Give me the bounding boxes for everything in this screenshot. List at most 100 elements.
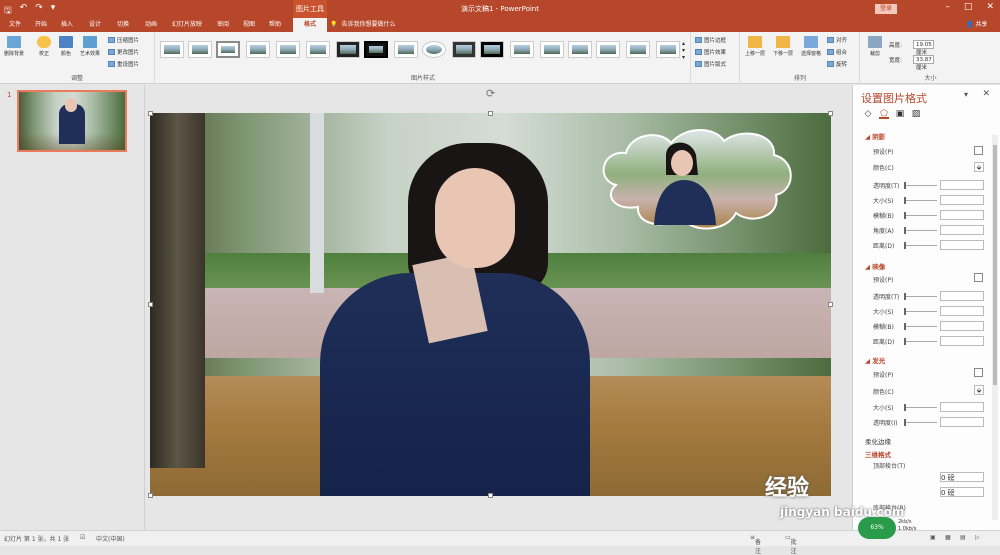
reflection-blur-slider[interactable] [904, 323, 937, 330]
soft-edges-section[interactable]: 柔化边缘 [865, 436, 891, 446]
maximize-icon[interactable]: □ [964, 2, 973, 12]
shadow-angle-input[interactable] [940, 225, 984, 235]
tab-animations[interactable]: 动画 [140, 18, 162, 32]
login-button[interactable]: 登录 [875, 4, 897, 14]
reflection-size-slider[interactable] [904, 308, 937, 315]
share-button[interactable]: 👤 共享 [966, 18, 987, 32]
style-thumb[interactable] [276, 41, 300, 58]
pane-scroll-thumb[interactable] [993, 145, 997, 385]
glow-preset-button[interactable] [974, 368, 983, 377]
color-button[interactable]: 颜色 [54, 36, 78, 57]
3d-format-section[interactable]: 三维格式 [865, 449, 891, 459]
tab-format[interactable]: 格式 [293, 18, 327, 32]
notes-button[interactable]: ≡ 备注 [750, 534, 761, 555]
reflection-distance-slider[interactable] [904, 338, 937, 345]
style-thumb[interactable] [568, 41, 592, 58]
remove-background-button[interactable]: 删除背景 [2, 36, 26, 57]
bevel-value-1[interactable]: 0 磅 [940, 472, 984, 482]
language[interactable]: 中文(中国) [96, 534, 125, 543]
pane-close-icon[interactable]: ✕ [982, 89, 990, 99]
picture-border-button[interactable]: 图片边框 [695, 36, 726, 44]
picture-layout-button[interactable]: 图片版式 [695, 60, 726, 68]
cloud-shaped-picture[interactable] [596, 125, 796, 233]
effects-pentagon-icon[interactable]: ⬠ [879, 109, 889, 119]
reflection-distance-input[interactable] [940, 336, 984, 346]
tab-help[interactable]: 帮助 [264, 18, 286, 32]
reflection-preset-button[interactable] [974, 273, 983, 282]
style-thumb[interactable] [306, 41, 330, 58]
picture-effects-button[interactable]: 图片效果 [695, 48, 726, 56]
width-input[interactable]: 33.87 厘米 [913, 55, 934, 71]
shadow-transparency-input[interactable] [940, 180, 984, 190]
pane-options-icon[interactable]: ▾ [964, 90, 968, 99]
slide-thumbnail[interactable] [17, 90, 127, 152]
glow-size-slider[interactable] [904, 404, 937, 411]
reset-picture-button[interactable]: 重设图片 [108, 60, 139, 68]
group-button[interactable]: 组合 [827, 48, 847, 56]
size-properties-icon[interactable]: ▣ [895, 109, 905, 119]
shadow-angle-slider[interactable] [904, 227, 937, 234]
crop-button[interactable]: 裁剪 [863, 36, 887, 57]
shadow-transparency-slider[interactable] [904, 182, 937, 189]
style-thumb[interactable] [394, 41, 418, 58]
shadow-color-button[interactable]: ⬙ [974, 162, 984, 172]
glow-size-input[interactable] [940, 402, 984, 412]
style-thumb[interactable] [246, 41, 270, 58]
reflection-size-input[interactable] [940, 306, 984, 316]
resize-handle[interactable] [148, 111, 153, 116]
style-thumb[interactable] [216, 41, 240, 58]
view-reading-icon[interactable]: ▤ [960, 534, 966, 541]
style-thumb[interactable] [540, 41, 564, 58]
compress-pictures-button[interactable]: 压缩图片 [108, 36, 139, 44]
glow-color-button[interactable]: ⬙ [974, 385, 984, 395]
style-thumb[interactable] [626, 41, 650, 58]
shadow-blur-slider[interactable] [904, 212, 937, 219]
resize-handle[interactable] [488, 111, 493, 116]
tell-me-box[interactable]: 💡 告诉我你想要做什么 [330, 18, 396, 32]
picture-icon[interactable]: ▨ [911, 109, 921, 119]
bring-forward-button[interactable]: 上移一层 [743, 36, 767, 57]
view-slideshow-icon[interactable]: ▷ [975, 534, 980, 541]
tab-view[interactable]: 视图 [238, 18, 260, 32]
style-thumb[interactable] [364, 41, 388, 58]
rotation-handle-icon[interactable]: ⟳ [486, 87, 495, 100]
tab-file[interactable]: 文件 [4, 18, 26, 32]
shadow-section[interactable]: ◢ 阴影 [865, 131, 885, 141]
corrections-button[interactable]: 校正 [32, 36, 56, 57]
glow-transparency-input[interactable] [940, 417, 984, 427]
view-normal-icon[interactable]: ▣ [930, 534, 936, 541]
resize-handle[interactable] [488, 493, 493, 498]
style-thumb[interactable] [452, 41, 476, 58]
fill-line-icon[interactable]: ◇ [863, 109, 873, 119]
tab-transitions[interactable]: 切换 [112, 18, 134, 32]
view-sorter-icon[interactable]: ▦ [945, 534, 951, 541]
style-thumb[interactable] [510, 41, 534, 58]
slide[interactable] [150, 113, 831, 496]
bevel-value-2[interactable]: 0 磅 [940, 487, 984, 497]
style-thumb[interactable] [596, 41, 620, 58]
style-thumb[interactable] [422, 41, 446, 58]
height-input[interactable]: 19.05 厘米 [913, 40, 934, 56]
send-backward-button[interactable]: 下移一层 [771, 36, 795, 57]
shadow-size-slider[interactable] [904, 197, 937, 204]
resize-handle[interactable] [148, 493, 153, 498]
style-thumb[interactable] [188, 41, 212, 58]
tab-review[interactable]: 审阅 [212, 18, 234, 32]
spellcheck-icon[interactable]: ☑ [80, 534, 85, 541]
gallery-scroll[interactable]: ▴ ▾ ▾ [682, 40, 685, 61]
align-button[interactable]: 对齐 [827, 36, 847, 44]
resize-handle[interactable] [148, 302, 153, 307]
shadow-distance-slider[interactable] [904, 242, 937, 249]
shadow-size-input[interactable] [940, 195, 984, 205]
glow-section[interactable]: ◢ 发光 [865, 355, 885, 365]
close-icon[interactable]: ✕ [986, 2, 994, 12]
minimize-icon[interactable]: – [945, 2, 950, 12]
style-thumb[interactable] [656, 41, 680, 58]
resize-handle[interactable] [828, 111, 833, 116]
artistic-effects-button[interactable]: 艺术效果 [78, 36, 102, 57]
reflection-section[interactable]: ◢ 映像 [865, 261, 885, 271]
reflection-blur-input[interactable] [940, 321, 984, 331]
shadow-blur-input[interactable] [940, 210, 984, 220]
shadow-preset-button[interactable] [974, 146, 983, 155]
reflection-transparency-slider[interactable] [904, 293, 937, 300]
